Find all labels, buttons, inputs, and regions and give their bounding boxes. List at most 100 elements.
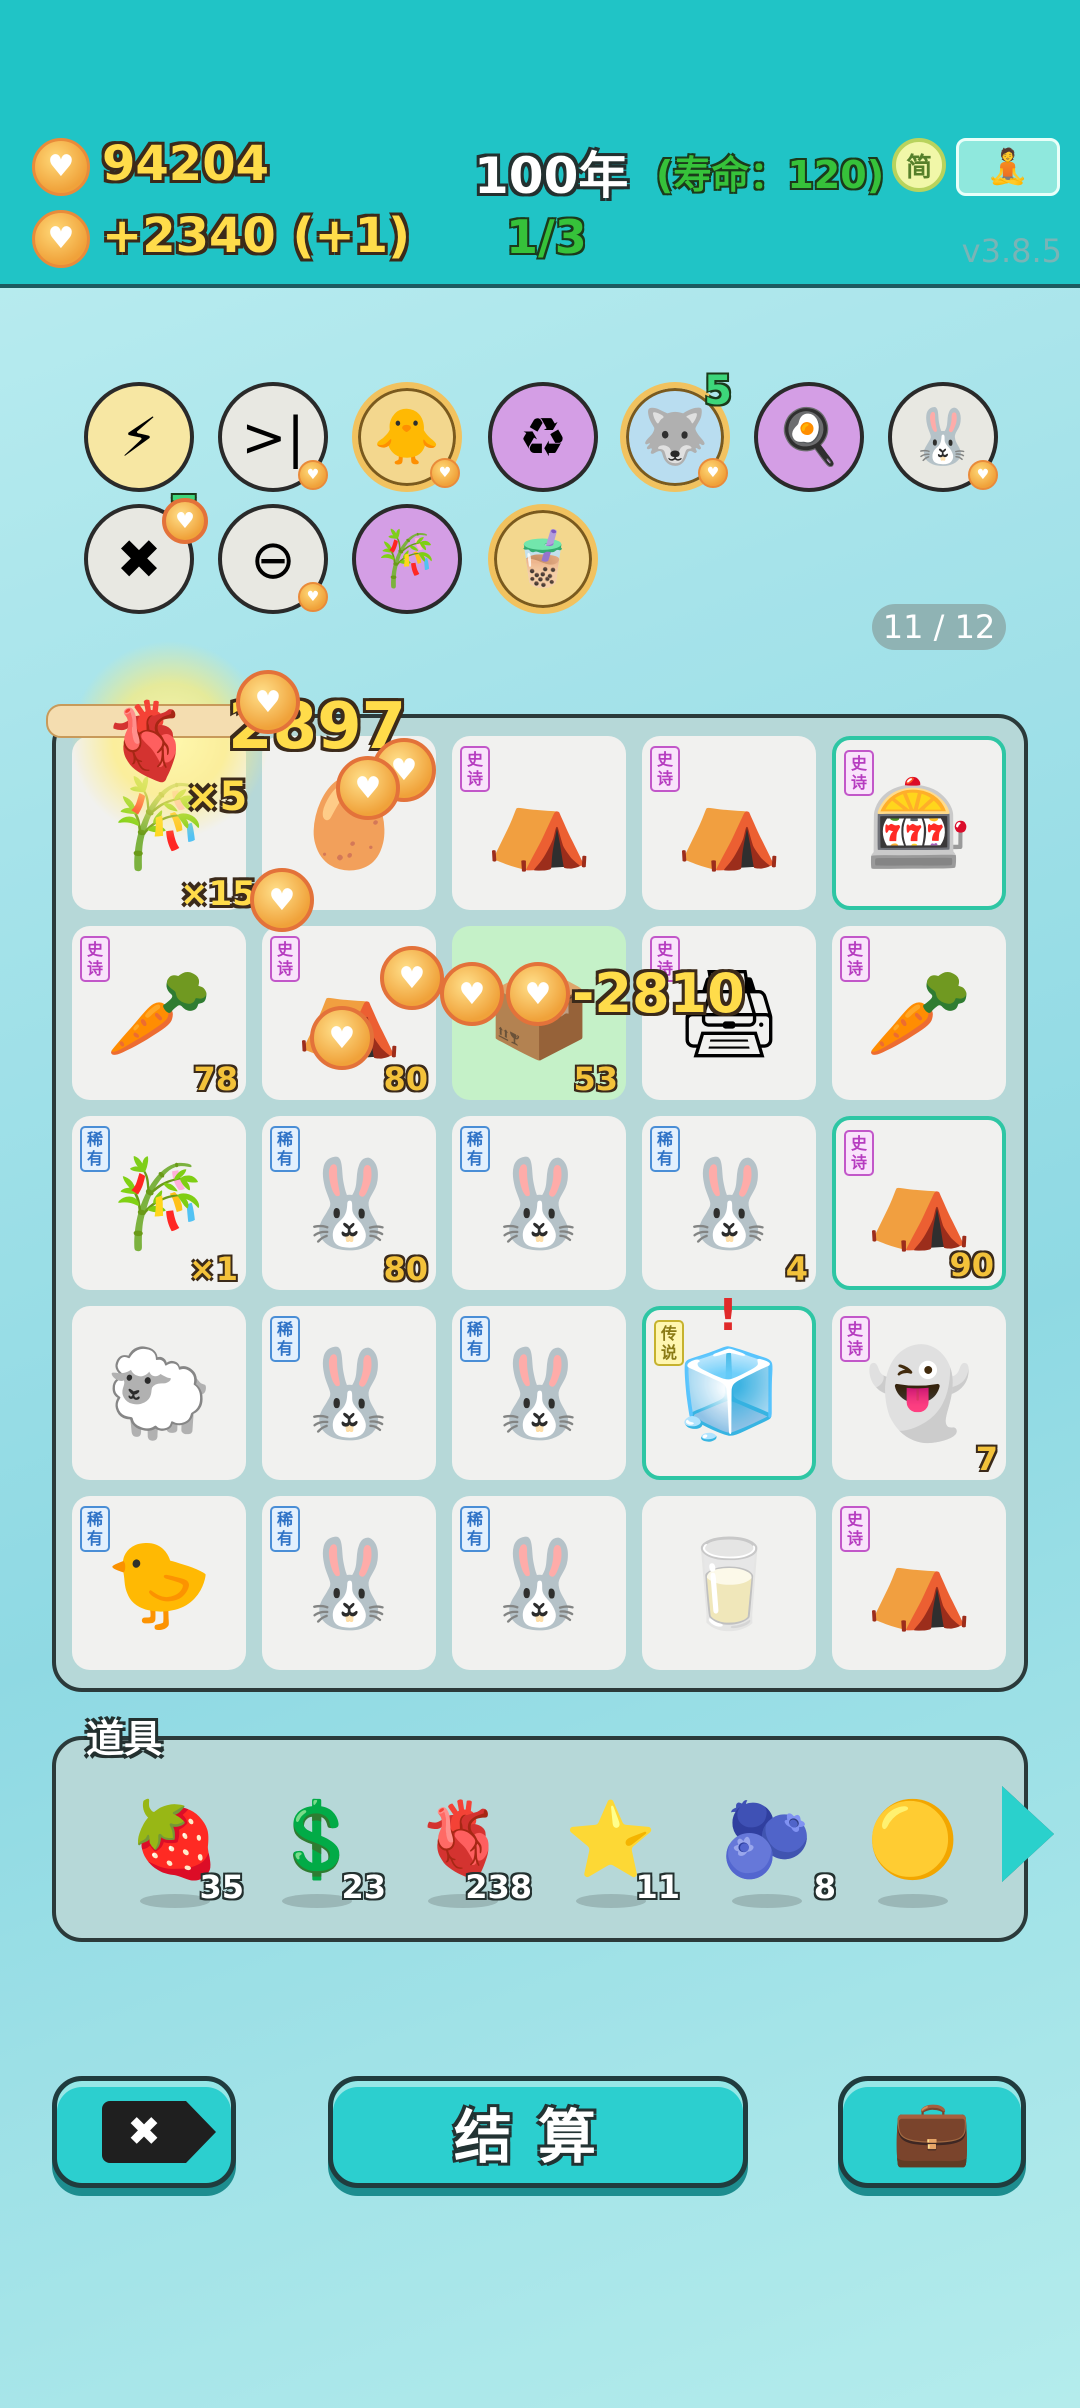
chick-egg-icon: 🐥 [373, 405, 441, 468]
board-cell[interactable]: 👻 史诗 7 [832, 1306, 1006, 1480]
bag-button[interactable]: 💼 [838, 2076, 1026, 2188]
rarity-tag: 史诗 [840, 936, 870, 982]
board-cell[interactable]: 🐰 稀有 80 [262, 1116, 436, 1290]
flying-coin-icon: ♥ [440, 962, 504, 1026]
rarity-tag: 史诗 [840, 1506, 870, 1552]
item-icon: 🥕 [105, 963, 213, 1064]
rarity-tag: 稀有 [650, 1126, 680, 1172]
board-cell[interactable]: ⛺ 史诗 [452, 736, 626, 910]
settle-button[interactable]: 结算 [328, 2076, 748, 2188]
bubble-tea-pin[interactable]: 🧋 [488, 504, 598, 614]
board-cell[interactable]: 🐰 稀有 [452, 1116, 626, 1290]
rabbit-pin[interactable]: 🐰 ♥ [888, 382, 998, 492]
board-cell[interactable]: ⛺ 史诗 90 [832, 1116, 1006, 1290]
board-cell[interactable]: 🐑 [72, 1306, 246, 1480]
rarity-tag: 稀有 [460, 1316, 490, 1362]
bamboo-ruler-pin[interactable]: 🎋 [352, 504, 462, 614]
blueberry-icon: 🫐 [720, 1796, 814, 1883]
board-cell[interactable]: 🎋 稀有 ×1 [72, 1116, 246, 1290]
item-icon: ⛺ [865, 1153, 973, 1254]
board-cell[interactable]: 🐤 稀有 [72, 1496, 246, 1670]
item-icon: ⛺ [865, 1533, 973, 1634]
meditate-icon: 🧘 [986, 147, 1030, 187]
prop-liver[interactable]: 🫀 238 [408, 1780, 532, 1908]
meditate-button[interactable]: 🧘 [956, 138, 1060, 196]
rarity-tag: 传说 [654, 1320, 684, 1366]
rarity-tag: 稀有 [460, 1506, 490, 1552]
props-title: 道具 [86, 1717, 163, 1761]
top-status-bar: ♥ 94204 ♥ +2340 (+1) 100年 (寿命：120) 1/3 简… [0, 0, 1080, 288]
no-entry-icon: ⊖ [250, 527, 296, 591]
husky-icon: 🐺 [641, 405, 709, 468]
item-icon: 🐰 [295, 1153, 403, 1254]
rarity-tag: 史诗 [650, 746, 680, 792]
fried-egg-pin[interactable]: 🍳 [754, 382, 864, 492]
prop-star[interactable]: ⭐ 11 [556, 1780, 680, 1908]
flying-coin-icon: ♥ [236, 670, 300, 734]
prop-count: 238 [465, 1868, 532, 1906]
rarity-tag: 史诗 [844, 1130, 874, 1176]
item-icon: 👻 [865, 1343, 973, 1444]
board-cell[interactable]: 🐰 稀有 [452, 1306, 626, 1480]
flying-coin-icon: ♥ [162, 498, 208, 544]
prop-count: 8 [813, 1868, 836, 1906]
loss-popup: -2810 [572, 962, 745, 1025]
board-cell[interactable]: 🐰 稀有 4 [642, 1116, 816, 1290]
remove-tag-icon: ✖ [116, 527, 162, 591]
lightning-icon: ⚡ [120, 405, 158, 469]
recycle-pin[interactable]: ♻ [488, 382, 598, 492]
skip-pin[interactable]: >| ♥ [218, 382, 328, 492]
item-counter: 90 [949, 1246, 994, 1284]
chick-egg-pin[interactable]: 🐥 ♥ [352, 382, 462, 492]
item-icon: 🐰 [295, 1533, 403, 1634]
lightning-pin[interactable]: ⚡ [84, 382, 194, 492]
prop-lychee[interactable]: 🍓 35 [120, 1780, 244, 1908]
bamboo-ruler-icon: 🎋 [373, 527, 441, 590]
version-label: v3.8.5 [961, 232, 1062, 270]
prop-dollar-coin[interactable]: 💲 23 [262, 1780, 386, 1908]
item-icon: 🐰 [485, 1153, 593, 1254]
item-icon: 🐑 [105, 1343, 213, 1444]
board-cell[interactable]: ⛺ 史诗 [832, 1496, 1006, 1670]
props-next-arrow[interactable] [1002, 1786, 1054, 1882]
board-cell[interactable]: 🎰 史诗 [832, 736, 1006, 910]
coin-mini-icon: ♥ [698, 458, 728, 488]
rarity-tag: 稀有 [80, 1126, 110, 1172]
item-counter: 80 [383, 1060, 428, 1098]
remove-button[interactable]: ✖ [52, 2076, 236, 2188]
board-cell[interactable]: 🥕 史诗 78 [72, 926, 246, 1100]
coin-mini-icon: ♥ [298, 582, 328, 612]
skip-icon: >| [241, 405, 305, 469]
slots-counter: 11 / 12 [872, 604, 1006, 650]
rarity-tag: 稀有 [270, 1316, 300, 1362]
item-counter: 80 [383, 1250, 428, 1288]
year-counter: 100年 [474, 147, 629, 205]
item-icon: 🐰 [485, 1343, 593, 1444]
board-cell[interactable]: 🐰 稀有 [262, 1496, 436, 1670]
simplified-chinese-toggle[interactable]: 简 [892, 138, 946, 192]
prop-gold-ball[interactable]: 🟡 [858, 1780, 968, 1908]
board-cell[interactable]: 🥕 史诗 [832, 926, 1006, 1100]
income-coin-icon: ♥ [32, 210, 90, 268]
prop-blueberry[interactable]: 🫐 8 [712, 1780, 836, 1908]
rarity-tag: 史诗 [840, 1316, 870, 1362]
no-entry-pin[interactable]: ⊖ ♥ [218, 504, 328, 614]
board-cell[interactable]: ⛺ 史诗 [642, 736, 816, 910]
board-cell[interactable]: 🐰 稀有 [262, 1306, 436, 1480]
husky-pin[interactable]: 🐺 ♥ 5 [620, 368, 732, 492]
board-cell[interactable]: 🥛 [642, 1496, 816, 1670]
item-icon: 🥛 [675, 1533, 783, 1634]
coin-mini-icon: ♥ [968, 460, 998, 490]
coin-total: 94204 [102, 136, 269, 192]
item-counter: ×1 [188, 1250, 238, 1288]
remove-tag-icon: ✖ [102, 2101, 216, 2163]
rarity-tag: 稀有 [270, 1126, 300, 1172]
round-progress: 1/3 [506, 210, 587, 264]
rarity-tag: 稀有 [460, 1126, 490, 1172]
board-cell[interactable]: 🐰 稀有 [452, 1496, 626, 1670]
income-rate: +2340 (+1) [102, 208, 411, 264]
item-icon: 🐤 [105, 1533, 213, 1634]
pin-badge: 5 [704, 368, 732, 414]
prop-count: 11 [635, 1868, 680, 1906]
flying-coin-icon: ♥ [250, 868, 314, 932]
